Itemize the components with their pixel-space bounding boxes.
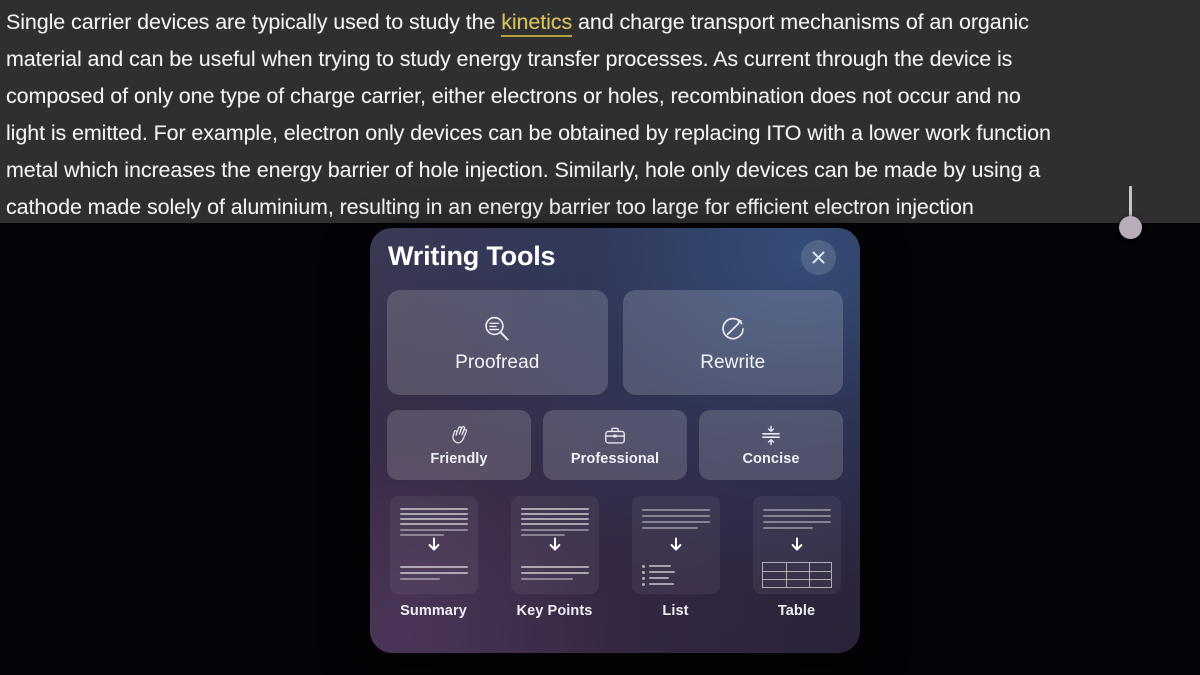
- rewrite-button[interactable]: Rewrite: [622, 290, 843, 395]
- down-arrow-icon: [788, 536, 806, 559]
- concise-label: Concise: [742, 450, 800, 467]
- rewrite-label: Rewrite: [700, 351, 766, 373]
- list-label: List: [662, 603, 689, 619]
- list-doc-icon: [631, 496, 720, 594]
- document-line-1: Single carrier devices are typically use…: [6, 4, 1200, 41]
- rewrite-wand-icon: [717, 312, 749, 346]
- down-arrow-icon: [667, 536, 685, 559]
- compress-icon: [759, 424, 783, 448]
- selected-text-block[interactable]: Single carrier devices are typically use…: [0, 0, 1200, 223]
- tone-actions-row: Friendly Professional Concise: [387, 410, 843, 480]
- screen: Single carrier devices are typically use…: [0, 0, 1200, 675]
- friendly-button[interactable]: Friendly: [387, 410, 531, 480]
- table-doc-icon: [752, 496, 841, 594]
- document-line-5: metal which increases the energy barrier…: [6, 158, 1041, 182]
- professional-label: Professional: [570, 450, 660, 467]
- document-line-3: composed of only one type of charge carr…: [6, 84, 1021, 108]
- summary-label: Summary: [400, 603, 467, 619]
- waving-hand-icon: [448, 424, 471, 448]
- selection-handle-knob[interactable]: [1119, 216, 1142, 239]
- panel-header: Writing Tools: [370, 228, 860, 290]
- primary-actions-row: Proofread Rewrite: [387, 290, 843, 395]
- key-points-label: Key Points: [516, 603, 593, 619]
- key-points-doc-icon: [510, 496, 599, 594]
- down-arrow-icon: [425, 536, 443, 559]
- list-button[interactable]: List: [629, 496, 722, 636]
- concise-button[interactable]: Concise: [699, 410, 843, 480]
- page-title: Writing Tools: [388, 241, 556, 271]
- summary-button[interactable]: Summary: [387, 496, 480, 636]
- down-arrow-icon: [546, 536, 564, 559]
- friendly-label: Friendly: [430, 450, 488, 467]
- document-line-1-post: and charge transport mechanisms of an or…: [572, 10, 1029, 34]
- magnifier-text-icon: [481, 312, 513, 346]
- document-line-1-pre: Single carrier devices are typically use…: [6, 10, 502, 34]
- mini-table-grid: [761, 562, 832, 588]
- close-icon: [812, 251, 825, 264]
- summary-doc-icon: [389, 496, 478, 594]
- document-line-4: light is emitted. For example, electron …: [6, 121, 1051, 145]
- format-actions-row: Summary Key Points List Table: [387, 496, 843, 636]
- close-button[interactable]: [801, 240, 836, 275]
- writing-tools-panel: Writing Tools Proofread Rewrite Friendly…: [370, 228, 860, 653]
- table-button[interactable]: Table: [750, 496, 843, 636]
- proofread-label: Proofread: [455, 351, 540, 373]
- document-line-2: material and can be useful when trying t…: [6, 47, 1013, 71]
- proofread-button[interactable]: Proofread: [387, 290, 608, 395]
- document-paragraph: Single carrier devices are typically use…: [6, 4, 1200, 223]
- table-label: Table: [777, 603, 816, 619]
- key-points-button[interactable]: Key Points: [508, 496, 601, 636]
- kinetics-link[interactable]: kinetics: [501, 10, 572, 37]
- document-line-6: cathode made solely of aluminium, result…: [6, 195, 974, 219]
- briefcase-icon: [603, 424, 627, 448]
- professional-button[interactable]: Professional: [543, 410, 687, 480]
